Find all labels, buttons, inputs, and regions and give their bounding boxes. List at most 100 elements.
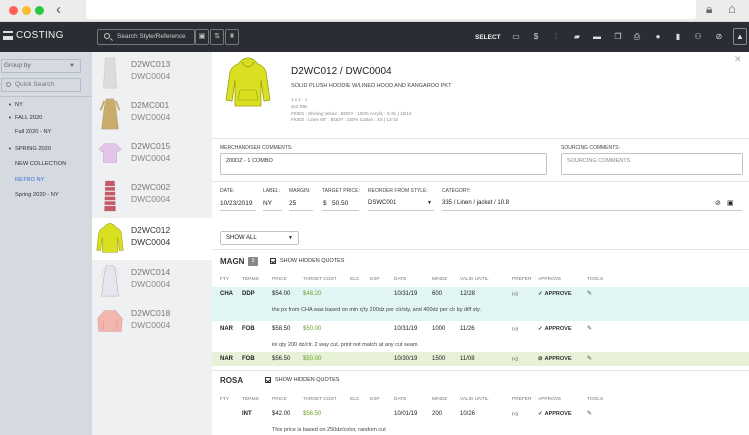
approve-button[interactable]: ✓ APPROVE: [538, 291, 572, 297]
maximize-window-button[interactable]: [35, 6, 44, 15]
info-icon[interactable]: ●: [653, 32, 663, 41]
show-hidden-checkbox[interactable]: [270, 258, 276, 264]
minimize-window-button[interactable]: [22, 6, 31, 15]
quote-row[interactable]: [212, 352, 749, 366]
address-bar[interactable]: [86, 0, 696, 19]
approve-button[interactable]: ⊘ APPROVE: [538, 356, 572, 362]
margin-label: MARGIN:: [289, 188, 311, 194]
dollar-icon[interactable]: $: [531, 32, 541, 41]
edit-icon[interactable]: ✎: [587, 355, 592, 362]
chevron-down-icon: ▼: [69, 63, 75, 69]
edit-icon[interactable]: ✎: [587, 325, 592, 332]
product-list-item[interactable]: D2WC015 DWC0004: [92, 134, 212, 176]
home-icon[interactable]: ⌂: [728, 1, 736, 16]
product-list-item[interactable]: D2WC012 DWC0004: [92, 218, 212, 260]
quote-mindz: 200: [432, 411, 443, 417]
quote-row[interactable]: [212, 322, 749, 356]
copy-icon[interactable]: ❐: [613, 32, 623, 41]
tree-item[interactable]: NEW COLLECTION: [15, 161, 66, 167]
quote-row[interactable]: [212, 287, 749, 321]
tree-item[interactable]: ▼ NY: [8, 102, 23, 108]
style-search-input[interactable]: Search Style/Reference: [97, 29, 195, 45]
approve-button[interactable]: ✓ APPROVE: [538, 411, 572, 417]
quick-search-input[interactable]: Quick Search: [1, 78, 81, 92]
folder-icon[interactable]: ▭: [511, 32, 521, 41]
users-icon[interactable]: ⚇: [693, 32, 703, 41]
tree-item[interactable]: ▼ FALL 2020: [8, 115, 42, 121]
select-button[interactable]: SELECT: [475, 34, 501, 41]
thumbs-up-icon[interactable]: 👍︎: [512, 410, 518, 418]
product-list-item[interactable]: D2WC018 DWC0004: [92, 301, 212, 343]
quote-terms: DDP: [242, 291, 255, 297]
column-header: TERMS: [242, 397, 259, 402]
field-underline: [263, 210, 282, 211]
tag-icon[interactable]: ▬: [592, 32, 602, 41]
product-list-item[interactable]: D2WC002 DWC0004: [92, 175, 212, 217]
tree-item[interactable]: ▼ SPRING 2020: [8, 146, 51, 152]
thumbs-up-icon[interactable]: 👍︎: [512, 290, 518, 298]
tree-item-label: Spring 2020 - NY: [15, 192, 59, 198]
quote-terms: INT: [242, 411, 252, 417]
groupby-select[interactable]: Group by ▼: [1, 59, 81, 73]
print-icon[interactable]: ⎙: [632, 32, 642, 42]
thumbs-up-icon[interactable]: 👍︎: [512, 355, 518, 363]
reorder-select[interactable]: DSWC001: [368, 200, 396, 206]
tree-item[interactable]: Spring 2020 - NY: [15, 192, 59, 198]
field-underline: [289, 210, 313, 211]
quote-date: 10/31/19: [394, 291, 418, 297]
comment-icon[interactable]: ▰: [572, 32, 582, 41]
divider: [0, 96, 92, 97]
triangle-down-icon: ▼: [8, 146, 12, 151]
product-reference: DWC0004: [131, 237, 171, 247]
target-price-field[interactable]: 50.50: [332, 200, 348, 207]
approve-label: APPROVE: [544, 411, 572, 417]
label-field[interactable]: NY: [263, 200, 272, 207]
quote-target: $56.50: [303, 411, 322, 417]
product-code: D2WC018: [131, 308, 171, 318]
save-icon[interactable]: ▣: [195, 29, 209, 45]
check-icon: ✓: [538, 326, 543, 332]
product-thumbnail: [96, 97, 124, 131]
hamburger-menu-icon[interactable]: [3, 31, 13, 40]
sort-icon[interactable]: ⇅: [210, 29, 224, 45]
column-header: PREFER: [512, 397, 532, 402]
product-list-item[interactable]: D2WC014 DWC0004: [92, 260, 212, 302]
product-list-item[interactable]: D2MC001 DWC0004: [92, 93, 212, 135]
edit-icon[interactable]: ✎: [587, 410, 592, 417]
bookmark-icon[interactable]: ▮: [673, 32, 683, 41]
show-all-select[interactable]: SHOW ALL ▼: [220, 231, 299, 245]
reorder-label: REORDER FROM STYLE:: [368, 188, 428, 194]
target-price-label: TARGET PRICE:: [322, 188, 360, 194]
column-header: ESP: [370, 277, 380, 282]
style-meta-line: 2x2 RIB: [291, 104, 308, 109]
date-field[interactable]: 10/23/2019: [220, 200, 253, 207]
tree-item[interactable]: Fall 2020 - NY: [15, 129, 51, 135]
edit-icon[interactable]: ✎: [587, 290, 592, 297]
quote-valid: 11/08: [460, 356, 475, 362]
alert-icon[interactable]: ▲: [733, 28, 747, 45]
clear-icon[interactable]: ⊘: [715, 199, 721, 207]
lock-icon[interactable]: ▣: [727, 199, 734, 207]
back-arrow-icon[interactable]: ‹: [56, 1, 61, 18]
close-window-button[interactable]: [9, 6, 18, 15]
approve-button[interactable]: ✓ APPROVE: [538, 326, 572, 332]
category-label: CATEGORY:: [442, 188, 471, 194]
product-list-item[interactable]: D2WC013 DWC0004: [92, 52, 212, 94]
tree-item[interactable]: RETRO NY: [15, 177, 44, 183]
sliders-icon[interactable]: ⫶: [551, 32, 561, 42]
product-image: [225, 57, 271, 107]
thumbs-up-icon[interactable]: 👍︎: [512, 325, 518, 333]
quote-target: $50.00: [303, 326, 322, 332]
category-field[interactable]: 335 / Linen / jacket / 10.8: [442, 200, 509, 206]
margin-field[interactable]: 25: [289, 200, 296, 207]
show-hidden-checkbox[interactable]: [265, 377, 271, 383]
column-header: VALID UNTIL: [460, 397, 489, 402]
close-icon[interactable]: ✕: [734, 54, 742, 65]
sourcing-comments-field[interactable]: SOURCING COMMENTS: [561, 153, 743, 175]
quote-comment: ini qty 200 dz/clr. 2 way cut. print not…: [272, 342, 420, 348]
filter-icon[interactable]: ⩩: [225, 29, 239, 45]
product-thumbnail: [96, 264, 124, 298]
merchandiser-comments-field[interactable]: 200DZ - 1 COMBO: [220, 153, 547, 175]
product-code: D2WC002: [131, 182, 171, 192]
block-icon[interactable]: ⊘: [714, 32, 724, 41]
